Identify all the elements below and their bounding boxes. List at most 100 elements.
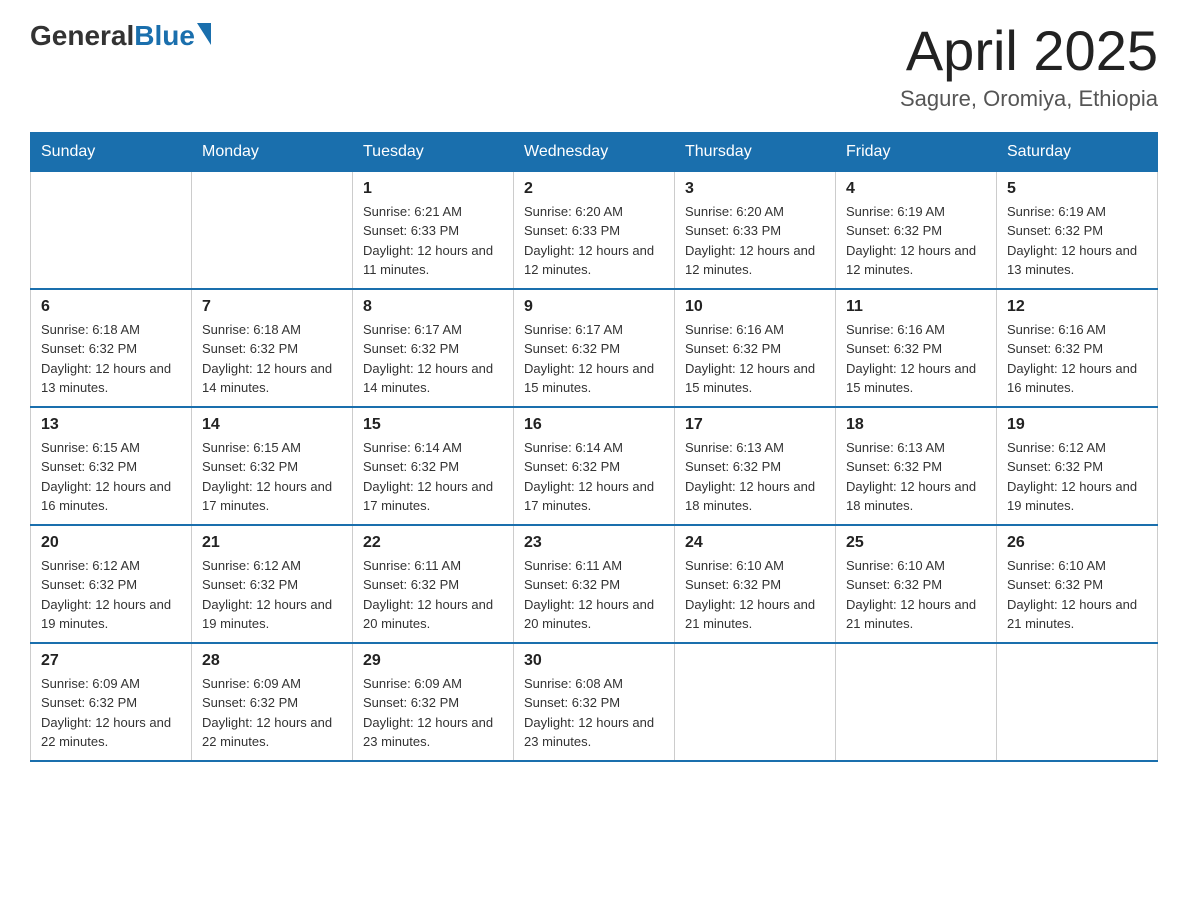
day-cell [31, 171, 192, 289]
day-cell: 2 Sunrise: 6:20 AMSunset: 6:33 PMDaylight… [514, 171, 675, 289]
day-cell [675, 643, 836, 761]
header-cell-tuesday: Tuesday [353, 132, 514, 171]
logo: General Blue [30, 20, 211, 52]
day-number: 30 [524, 652, 664, 670]
title-section: April 2025 Sagure, Oromiya, Ethiopia [900, 20, 1158, 112]
day-info: Sunrise: 6:12 AMSunset: 6:32 PMDaylight:… [41, 556, 181, 634]
logo-blue-part: Blue [134, 20, 211, 52]
day-number: 24 [685, 534, 825, 552]
day-cell: 24 Sunrise: 6:10 AMSunset: 6:32 PMDayligh… [675, 525, 836, 643]
day-info: Sunrise: 6:20 AMSunset: 6:33 PMDaylight:… [524, 202, 664, 280]
day-cell: 14 Sunrise: 6:15 AMSunset: 6:32 PMDayligh… [192, 407, 353, 525]
day-cell: 10Sunrise: 6:16 AMSunset: 6:32 PMDayligh… [675, 289, 836, 407]
day-info: Sunrise: 6:20 AMSunset: 6:33 PMDaylight:… [685, 202, 825, 280]
day-number: 1 [363, 180, 503, 198]
day-cell: 30 Sunrise: 6:08 AMSunset: 6:32 PMDayligh… [514, 643, 675, 761]
day-cell: 1 Sunrise: 6:21 AMSunset: 6:33 PMDaylight… [353, 171, 514, 289]
day-info: Sunrise: 6:14 AMSunset: 6:32 PMDaylight:… [363, 438, 503, 516]
day-info: Sunrise: 6:18 AMSunset: 6:32 PMDaylight:… [41, 320, 181, 398]
day-cell: 5Sunrise: 6:19 AMSunset: 6:32 PMDaylight… [997, 171, 1158, 289]
day-info: Sunrise: 6:13 AMSunset: 6:32 PMDaylight:… [685, 438, 825, 516]
day-number: 10 [685, 298, 825, 316]
calendar-body: 1 Sunrise: 6:21 AMSunset: 6:33 PMDaylight… [31, 171, 1158, 761]
day-number: 8 [363, 298, 503, 316]
header-cell-thursday: Thursday [675, 132, 836, 171]
day-cell [192, 171, 353, 289]
day-number: 20 [41, 534, 181, 552]
header-cell-monday: Monday [192, 132, 353, 171]
day-info: Sunrise: 6:15 AMSunset: 6:32 PMDaylight:… [202, 438, 342, 516]
day-info: Sunrise: 6:16 AMSunset: 6:32 PMDaylight:… [846, 320, 986, 398]
header-cell-saturday: Saturday [997, 132, 1158, 171]
page-header: General Blue April 2025 Sagure, Oromiya,… [30, 20, 1158, 112]
day-cell: 12 Sunrise: 6:16 AMSunset: 6:32 PMDayligh… [997, 289, 1158, 407]
header-cell-sunday: Sunday [31, 132, 192, 171]
day-cell: 7 Sunrise: 6:18 AMSunset: 6:32 PMDaylight… [192, 289, 353, 407]
day-number: 14 [202, 416, 342, 434]
calendar-header: SundayMondayTuesdayWednesdayThursdayFrid… [31, 132, 1158, 171]
day-number: 11 [846, 298, 986, 316]
day-info: Sunrise: 6:19 AMSunset: 6:32 PMDaylight:… [1007, 202, 1147, 280]
day-info: Sunrise: 6:13 AMSunset: 6:32 PMDaylight:… [846, 438, 986, 516]
day-info: Sunrise: 6:17 AMSunset: 6:32 PMDaylight:… [524, 320, 664, 398]
day-number: 17 [685, 416, 825, 434]
day-number: 12 [1007, 298, 1147, 316]
month-title: April 2025 [900, 20, 1158, 82]
day-cell [836, 643, 997, 761]
day-info: Sunrise: 6:21 AMSunset: 6:33 PMDaylight:… [363, 202, 503, 280]
day-number: 6 [41, 298, 181, 316]
day-info: Sunrise: 6:12 AMSunset: 6:32 PMDaylight:… [1007, 438, 1147, 516]
day-info: Sunrise: 6:10 AMSunset: 6:32 PMDaylight:… [1007, 556, 1147, 634]
day-cell: 6 Sunrise: 6:18 AMSunset: 6:32 PMDaylight… [31, 289, 192, 407]
day-info: Sunrise: 6:10 AMSunset: 6:32 PMDaylight:… [846, 556, 986, 634]
logo-blue: Blue [134, 20, 195, 52]
day-info: Sunrise: 6:09 AMSunset: 6:32 PMDaylight:… [202, 674, 342, 752]
day-info: Sunrise: 6:08 AMSunset: 6:32 PMDaylight:… [524, 674, 664, 752]
week-row-3: 13 Sunrise: 6:15 AMSunset: 6:32 PMDayligh… [31, 407, 1158, 525]
day-cell: 18 Sunrise: 6:13 AMSunset: 6:32 PMDayligh… [836, 407, 997, 525]
day-number: 9 [524, 298, 664, 316]
day-cell: 29Sunrise: 6:09 AMSunset: 6:32 PMDayligh… [353, 643, 514, 761]
week-row-2: 6 Sunrise: 6:18 AMSunset: 6:32 PMDaylight… [31, 289, 1158, 407]
week-row-1: 1 Sunrise: 6:21 AMSunset: 6:33 PMDaylight… [31, 171, 1158, 289]
day-cell: 23 Sunrise: 6:11 AMSunset: 6:32 PMDayligh… [514, 525, 675, 643]
day-info: Sunrise: 6:11 AMSunset: 6:32 PMDaylight:… [363, 556, 503, 634]
header-cell-wednesday: Wednesday [514, 132, 675, 171]
day-number: 19 [1007, 416, 1147, 434]
day-cell: 20 Sunrise: 6:12 AMSunset: 6:32 PMDayligh… [31, 525, 192, 643]
day-info: Sunrise: 6:10 AMSunset: 6:32 PMDaylight:… [685, 556, 825, 634]
day-number: 4 [846, 180, 986, 198]
logo-text: General Blue [30, 20, 211, 52]
day-cell: 17 Sunrise: 6:13 AMSunset: 6:32 PMDayligh… [675, 407, 836, 525]
header-row: SundayMondayTuesdayWednesdayThursdayFrid… [31, 132, 1158, 171]
day-number: 26 [1007, 534, 1147, 552]
day-cell: 26 Sunrise: 6:10 AMSunset: 6:32 PMDayligh… [997, 525, 1158, 643]
day-number: 2 [524, 180, 664, 198]
day-info: Sunrise: 6:18 AMSunset: 6:32 PMDaylight:… [202, 320, 342, 398]
day-info: Sunrise: 6:09 AMSunset: 6:32 PMDaylight:… [363, 674, 503, 752]
day-cell: 28 Sunrise: 6:09 AMSunset: 6:32 PMDayligh… [192, 643, 353, 761]
day-info: Sunrise: 6:16 AMSunset: 6:32 PMDaylight:… [1007, 320, 1147, 398]
day-number: 3 [685, 180, 825, 198]
day-number: 18 [846, 416, 986, 434]
day-info: Sunrise: 6:17 AMSunset: 6:32 PMDaylight:… [363, 320, 503, 398]
day-cell: 3 Sunrise: 6:20 AMSunset: 6:33 PMDaylight… [675, 171, 836, 289]
day-number: 13 [41, 416, 181, 434]
logo-triangle-icon [197, 23, 211, 45]
header-cell-friday: Friday [836, 132, 997, 171]
day-number: 22 [363, 534, 503, 552]
day-cell: 16 Sunrise: 6:14 AMSunset: 6:32 PMDayligh… [514, 407, 675, 525]
day-cell: 4Sunrise: 6:19 AMSunset: 6:32 PMDaylight… [836, 171, 997, 289]
day-cell: 15Sunrise: 6:14 AMSunset: 6:32 PMDayligh… [353, 407, 514, 525]
day-info: Sunrise: 6:14 AMSunset: 6:32 PMDaylight:… [524, 438, 664, 516]
location: Sagure, Oromiya, Ethiopia [900, 86, 1158, 112]
day-cell: 13Sunrise: 6:15 AMSunset: 6:32 PMDayligh… [31, 407, 192, 525]
day-info: Sunrise: 6:11 AMSunset: 6:32 PMDaylight:… [524, 556, 664, 634]
day-cell: 25Sunrise: 6:10 AMSunset: 6:32 PMDayligh… [836, 525, 997, 643]
day-number: 23 [524, 534, 664, 552]
week-row-4: 20 Sunrise: 6:12 AMSunset: 6:32 PMDayligh… [31, 525, 1158, 643]
day-cell: 27Sunrise: 6:09 AMSunset: 6:32 PMDayligh… [31, 643, 192, 761]
day-number: 7 [202, 298, 342, 316]
day-number: 16 [524, 416, 664, 434]
day-number: 28 [202, 652, 342, 670]
